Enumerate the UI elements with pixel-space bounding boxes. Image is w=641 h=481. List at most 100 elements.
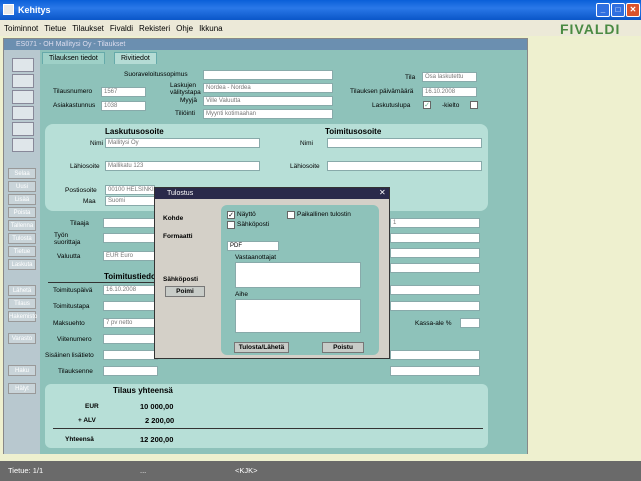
first-tool-icon[interactable]	[12, 74, 34, 88]
left-button-5[interactable]: Tallenna	[8, 220, 36, 231]
close-button[interactable]: ✕	[626, 3, 640, 17]
paivamaara-field[interactable]: 16.10.2008	[422, 87, 477, 97]
search-tool-icon[interactable]	[12, 122, 34, 136]
left-button-8[interactable]: Laskuta	[8, 259, 36, 270]
tila-field[interactable]: Osa laskutettu	[422, 72, 477, 82]
label-sahkoposti: Sähköposti	[163, 276, 199, 283]
window-titlebar: Kehitys _ □ ✕	[0, 0, 641, 20]
status-record: Tietue: 1/1	[8, 466, 44, 475]
aihe-field[interactable]	[235, 299, 361, 333]
label-tilauksenne: Tilauksenne	[58, 368, 93, 375]
label-toimitustapa: Toimitustapa	[53, 303, 90, 310]
dialog-close-icon[interactable]: ✕	[379, 188, 386, 197]
laskutuslupa-checkbox[interactable]: ✓	[423, 101, 431, 109]
right-field-5[interactable]	[390, 285, 480, 295]
menu-tilaukset[interactable]: Tilaukset	[72, 24, 104, 33]
poimi-button[interactable]: Poimi	[165, 286, 205, 297]
menu-ohje[interactable]: Ohje	[176, 24, 193, 33]
left-button-4[interactable]: Poista	[8, 207, 36, 218]
minimize-button[interactable]: _	[596, 3, 610, 17]
right-field-6[interactable]	[390, 301, 480, 311]
toimitusosoite-header: Toimitusosoite	[325, 127, 382, 136]
right-field-1[interactable]: 1	[390, 218, 480, 228]
sisainen-field[interactable]	[103, 350, 158, 360]
eur-value: 10 000,00	[140, 402, 174, 411]
left-button-1[interactable]: Selaa	[8, 168, 36, 179]
myyja-field[interactable]: Ville Valuutta	[203, 96, 333, 106]
laskujen-field[interactable]: Nordea - Nordea	[203, 83, 333, 93]
save-tool-icon[interactable]	[12, 58, 34, 72]
left-button-12[interactable]: Varasto	[8, 333, 36, 344]
left-button-3[interactable]: Lisää	[8, 194, 36, 205]
label-kohde: Kohde	[163, 215, 184, 222]
tab-tilauksen-tiedot[interactable]: Tilauksen tiedot	[42, 52, 105, 64]
status-bar: Tietue: 1/1 ... <KJK>	[0, 461, 641, 481]
nimi-field[interactable]: Mallitysi Oy	[105, 138, 260, 148]
maksuehto-field[interactable]: 7 pv netto	[103, 318, 158, 328]
right-field-3[interactable]	[390, 248, 480, 258]
toim-lahiosoite-field[interactable]	[327, 161, 482, 171]
label-postiosoite: Postiosoite	[65, 187, 97, 194]
paikallinen-checkbox[interactable]	[287, 211, 295, 219]
kassa-ale-field[interactable]	[460, 318, 480, 328]
viitenumero-field[interactable]	[103, 334, 158, 344]
valuutta-field[interactable]: EUR Euro	[103, 251, 158, 261]
toimitustiedot-header: Toimitustiedot	[104, 272, 159, 281]
left-button-9[interactable]: Lähetä	[8, 285, 36, 296]
menu-tietue[interactable]: Tietue	[44, 24, 66, 33]
tab-rivitiedot[interactable]: Rivitiedot	[114, 52, 157, 64]
left-button-7[interactable]: Tietue	[8, 246, 36, 257]
divider	[48, 282, 158, 283]
tilaaja-field[interactable]	[103, 218, 158, 228]
left-button-10[interactable]: Tilaus	[8, 298, 36, 309]
asiakastunnus-field[interactable]: 1038	[101, 101, 146, 111]
vastaanottajat-field[interactable]	[235, 262, 361, 288]
toim-nimi-field[interactable]	[327, 138, 482, 148]
maa-field[interactable]: Suomi	[105, 196, 155, 206]
status-ellipsis: ...	[140, 466, 147, 475]
left-button-13[interactable]: Haku	[8, 365, 36, 376]
label-naytto: Näyttö	[237, 211, 256, 218]
toimitustapa-field[interactable]	[103, 301, 158, 311]
naytto-checkbox[interactable]: ✓	[227, 211, 235, 219]
postiosoite-field[interactable]: 00100 HELSINKI	[105, 185, 155, 195]
right-field-8[interactable]	[390, 366, 480, 376]
label-tila: Tila	[405, 74, 416, 81]
menu-ikkuna[interactable]: Ikkuna	[199, 24, 223, 33]
left-button-2[interactable]: Uusi	[8, 181, 36, 192]
fivaldi-logo: FIVALDI	[560, 21, 621, 37]
right-field-2[interactable]	[390, 233, 480, 243]
sahkoposti-checkbox[interactable]	[227, 221, 235, 229]
right-field-7[interactable]	[390, 350, 480, 360]
tulosta-laheta-button[interactable]: Tulosta/Lähetä	[234, 342, 289, 353]
next-tool-icon[interactable]	[12, 90, 34, 104]
tilauksenne-field[interactable]	[103, 366, 158, 376]
add-tool-icon[interactable]	[12, 138, 34, 152]
tiliointi-field[interactable]: Myynti kotimaahan	[203, 109, 333, 119]
kielto-checkbox[interactable]	[470, 101, 478, 109]
label-formaatti: Formaatti	[163, 233, 193, 240]
suoraveloitus-field[interactable]	[203, 70, 333, 80]
left-button-6[interactable]: Tulosta	[8, 233, 36, 244]
label-sahkoposti-chk: Sähköposti	[237, 221, 270, 228]
right-field-4[interactable]	[390, 263, 480, 273]
toimituspaiva-field[interactable]: 16.10.2008	[103, 285, 158, 295]
left-button-11[interactable]: Hakemisto	[8, 311, 37, 322]
menu-toiminnot[interactable]: Toiminnot	[4, 24, 38, 33]
menu-fivaldi[interactable]: Fivaldi	[110, 24, 133, 33]
label-toimituspaiva: Toimituspäivä	[53, 287, 93, 294]
left-button-14[interactable]: Hälyt	[8, 383, 36, 394]
label-kielto: -kielto	[442, 102, 460, 109]
tyon-suorittaja-field[interactable]	[103, 233, 158, 243]
label-suoraveloitus: Suoraveloitussopimus	[124, 71, 188, 78]
prev-tool-icon[interactable]	[12, 106, 34, 120]
label-lahiosoite-2: Lähiosoite	[290, 163, 320, 170]
poistu-button[interactable]: Poistu	[322, 342, 364, 353]
menu-rekisteri[interactable]: Rekisteri	[139, 24, 170, 33]
lahiosoite-field[interactable]: Mallikatu 123	[105, 161, 260, 171]
maximize-button[interactable]: □	[611, 3, 625, 17]
label-lahiosoite: Lähiosoite	[70, 163, 100, 170]
tilausnumero-field[interactable]: 1567	[101, 87, 146, 97]
format-select[interactable]: PDF	[227, 241, 279, 251]
window-title: Kehitys	[18, 5, 51, 15]
